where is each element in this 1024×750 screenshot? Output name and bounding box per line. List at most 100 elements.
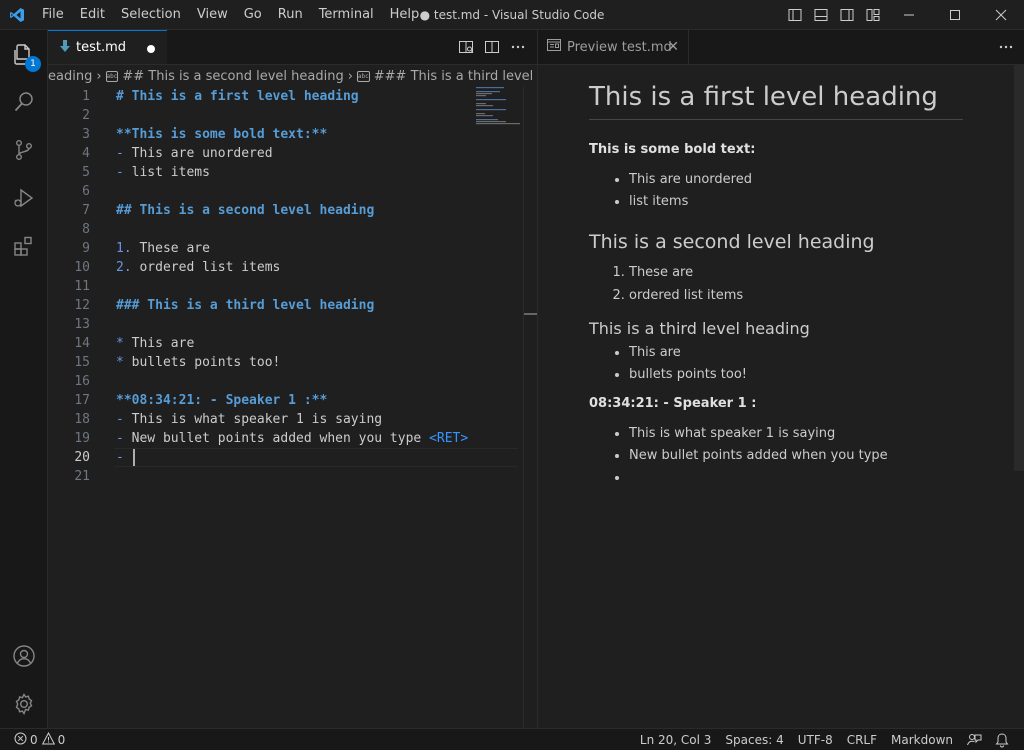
run-debug-icon[interactable] bbox=[0, 174, 48, 222]
explorer-icon[interactable]: 1 bbox=[0, 30, 48, 78]
open-preview-to-side-icon[interactable] bbox=[453, 30, 479, 64]
split-editor-icon[interactable] bbox=[479, 30, 505, 64]
breadcrumb-item[interactable]: ## This is a second level heading bbox=[122, 69, 343, 84]
breadcrumb-item[interactable]: eading bbox=[48, 69, 92, 84]
extensions-icon[interactable] bbox=[0, 222, 48, 270]
accounts-icon[interactable] bbox=[0, 632, 48, 680]
line-number: 13 bbox=[74, 317, 90, 332]
warning-count: 0 bbox=[57, 732, 66, 747]
menu-file[interactable]: File bbox=[34, 0, 72, 30]
tab-test-md[interactable]: test.md bbox=[48, 30, 167, 64]
line-content: # This is a first level heading bbox=[116, 89, 359, 104]
menu-selection[interactable]: Selection bbox=[113, 0, 189, 30]
menu-help[interactable]: Help bbox=[382, 0, 428, 30]
line-text: - list items bbox=[116, 163, 210, 182]
code-line[interactable]: 9 1. These are bbox=[48, 239, 523, 258]
code-line[interactable]: 11 bbox=[48, 277, 523, 296]
line-number: 16 bbox=[74, 374, 90, 389]
preview-speaker-list: This is what speaker 1 is saying New bul… bbox=[589, 423, 963, 489]
toggle-panel-icon[interactable] bbox=[808, 0, 834, 30]
list-marker: * bbox=[116, 336, 124, 351]
search-icon[interactable] bbox=[0, 78, 48, 126]
line-text: # This is a first level heading bbox=[116, 87, 359, 106]
code-line[interactable]: 3 **This is some bold text:** bbox=[48, 125, 523, 144]
code-line[interactable]: 2 bbox=[48, 106, 523, 125]
menu-view[interactable]: View bbox=[189, 0, 236, 30]
status-bar-right: Ln 20, Col 3 Spaces: 4 UTF-8 CRLF Markdo… bbox=[633, 729, 1016, 750]
line-text: 2. ordered list items bbox=[116, 258, 280, 277]
toggle-secondary-sidebar-icon[interactable] bbox=[834, 0, 860, 30]
notifications-bell-icon[interactable] bbox=[988, 732, 1016, 748]
indentation[interactable]: Spaces: 4 bbox=[718, 729, 790, 750]
code-line[interactable]: 13 bbox=[48, 315, 523, 334]
encoding[interactable]: UTF-8 bbox=[791, 729, 840, 750]
code-line[interactable]: 17 **08:34:21: - Speaker 1 :** bbox=[48, 391, 523, 410]
code-line[interactable]: 7 ## This is a second level heading bbox=[48, 201, 523, 220]
preview-unordered-list: This are unordered list items bbox=[589, 169, 963, 213]
code-line[interactable]: 1 # This is a first level heading bbox=[48, 87, 523, 106]
preview-more-actions-icon[interactable] bbox=[998, 30, 1014, 64]
line-number: 3 bbox=[82, 127, 90, 142]
list-item: ordered list items bbox=[629, 284, 963, 307]
customize-layout-icon[interactable] bbox=[860, 0, 886, 30]
preview-h2: This is a second level heading bbox=[589, 231, 875, 253]
line-text: **08:34:21: - Speaker 1 :** bbox=[116, 391, 327, 410]
language-mode[interactable]: Markdown bbox=[884, 729, 960, 750]
gear-icon[interactable] bbox=[0, 680, 48, 728]
code-line[interactable]: 6 bbox=[48, 182, 523, 201]
problems-indicator[interactable]: 0 0 bbox=[0, 731, 66, 748]
tab-preview-test-md[interactable]: Preview test.md ✕ bbox=[538, 30, 689, 64]
code-line[interactable]: 5 - list items bbox=[48, 163, 523, 182]
menu-go[interactable]: Go bbox=[236, 0, 270, 30]
menu-terminal[interactable]: Terminal bbox=[311, 0, 382, 30]
menu-edit[interactable]: Edit bbox=[72, 0, 113, 30]
cursor-position[interactable]: Ln 20, Col 3 bbox=[633, 729, 719, 750]
end-of-line[interactable]: CRLF bbox=[840, 729, 884, 750]
code-line[interactable]: 16 bbox=[48, 372, 523, 391]
preview-scrollbar[interactable] bbox=[1014, 65, 1024, 471]
menu-run[interactable]: Run bbox=[270, 0, 311, 30]
close-icon[interactable]: ✕ bbox=[667, 39, 679, 55]
code-line[interactable]: 18 - This is what speaker 1 is saying bbox=[48, 410, 523, 429]
feedback-icon[interactable] bbox=[960, 732, 988, 748]
line-number: 6 bbox=[82, 184, 90, 199]
tab-label: test.md bbox=[76, 40, 127, 55]
editor-actions bbox=[453, 30, 531, 64]
code-line[interactable]: 10 2. ordered list items bbox=[48, 258, 523, 277]
code-line[interactable]: 8 bbox=[48, 220, 523, 239]
line-content: list items bbox=[131, 165, 210, 180]
maximize-button[interactable] bbox=[932, 0, 978, 30]
line-content: This are unordered bbox=[131, 146, 273, 161]
list-item: This are bbox=[629, 342, 963, 364]
text-cursor bbox=[132, 449, 135, 466]
breadcrumb-item[interactable]: ### This is a third level heading bbox=[374, 69, 537, 84]
more-actions-icon[interactable] bbox=[505, 30, 531, 64]
code-line[interactable]: 15 * bullets points too! bbox=[48, 353, 523, 372]
code-line[interactable]: 12 ### This is a third level heading bbox=[48, 296, 523, 315]
code-line[interactable]: 4 - This are unordered bbox=[48, 144, 523, 163]
line-number: 11 bbox=[74, 279, 90, 294]
code-line[interactable]: 14 * This are bbox=[48, 334, 523, 353]
line-number: 7 bbox=[82, 203, 90, 218]
code-line[interactable]: 19 - New bullet points added when you typ… bbox=[48, 429, 523, 448]
close-window-button[interactable] bbox=[978, 0, 1024, 30]
code-editor[interactable]: 1 # This is a first level heading 2 3 **This… bbox=[48, 87, 523, 486]
source-control-icon[interactable] bbox=[0, 126, 48, 174]
code-line[interactable]: 20 - bbox=[48, 448, 523, 467]
list-marker: * bbox=[116, 355, 124, 370]
list-item: This are unordered bbox=[629, 169, 963, 191]
code-line[interactable]: 21 bbox=[48, 467, 523, 486]
minimap[interactable] bbox=[476, 87, 522, 127]
editor-scrollbar[interactable] bbox=[523, 87, 538, 728]
line-text: * bullets points too! bbox=[116, 353, 280, 372]
preview-h1: This is a first level heading bbox=[589, 82, 963, 120]
menu-bar: File Edit Selection View Go Run Terminal… bbox=[34, 0, 427, 30]
preview-bullet-list: This are bullets points too! bbox=[589, 342, 963, 386]
activity-bar: 1 bbox=[0, 30, 48, 728]
line-number: 20 bbox=[74, 450, 90, 465]
cursor-position-marker bbox=[524, 313, 538, 315]
unsaved-indicator[interactable] bbox=[147, 45, 155, 53]
toggle-primary-sidebar-icon[interactable] bbox=[782, 0, 808, 30]
minimize-button[interactable] bbox=[886, 0, 932, 30]
vscode-logo-icon bbox=[0, 0, 34, 30]
